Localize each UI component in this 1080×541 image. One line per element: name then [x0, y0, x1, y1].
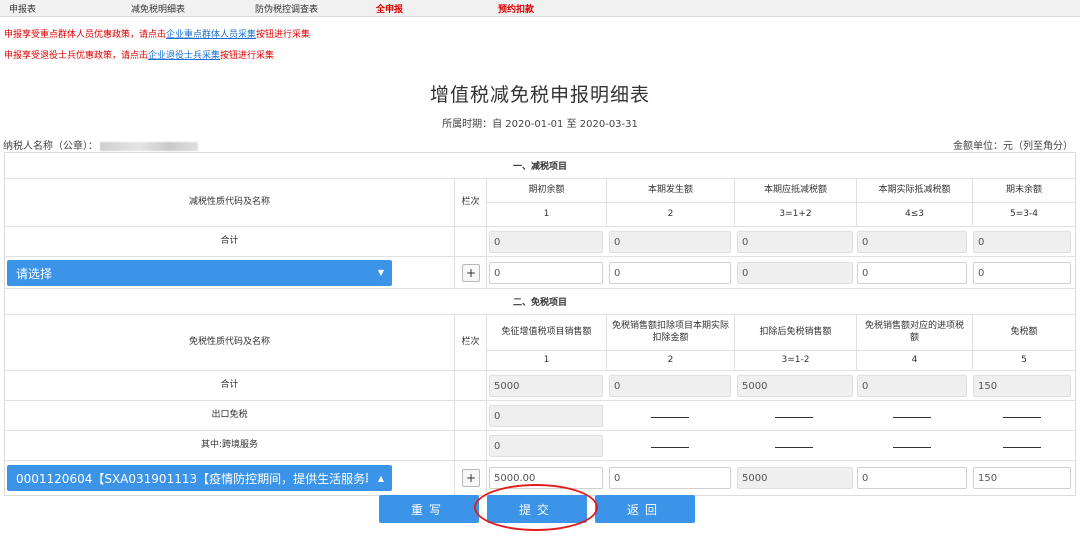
dash-placeholder [651, 417, 689, 418]
tab-scheduled-deduction[interactable]: 预约扣款 [498, 2, 534, 15]
reduction-section-title: 一、减税项目 [5, 153, 1075, 179]
dash-placeholder [893, 417, 931, 418]
veterans-collect-link[interactable]: 企业退役士兵采集 [148, 51, 220, 61]
exemption-net-sales-input: 5000 [737, 467, 853, 489]
notice-text: 申报享受退役士兵优惠政策，请点击 [4, 51, 149, 61]
exemption-col-labels: 免征增值税项目销售额 免税销售额扣除项目本期实际扣除金额 扣除后免税销售额 免税… [487, 315, 1075, 351]
notice-text: 按钮进行采集 [220, 51, 275, 61]
taxpayer-label: 纳税人名称（公章）： [3, 141, 98, 152]
reduction-total-current: 0 [609, 231, 731, 253]
col-number: 4 [857, 351, 973, 370]
chevron-up-icon: ▲ [377, 474, 384, 483]
tab-full-declaration[interactable]: 全申报 [376, 2, 403, 15]
reduction-deductible-input: 0 [737, 262, 853, 284]
reduction-current-input[interactable]: 0 [609, 262, 731, 284]
reduction-type-select[interactable]: 请选择 ▼ [7, 260, 392, 286]
exemption-name-header: 免税性质代码及名称 [5, 315, 455, 370]
col-label: 免税销售额扣除项目本期实际扣除金额 [607, 315, 735, 350]
notice-text: 按钮进行采集 [256, 30, 311, 40]
col-label: 期末余额 [1005, 184, 1042, 195]
col-label: 免税额 [1010, 326, 1038, 337]
tab-anti-counterfeit-survey[interactable]: 防伪税控调查表 [255, 2, 318, 15]
amount-unit: 金额单位：元（列至角分） [953, 141, 1073, 152]
highlight-circle [474, 484, 598, 531]
reduction-col-numbers: 1 2 3=1+2 4≤3 5=3-4 [487, 203, 1075, 227]
reduction-total-deductible: 0 [737, 231, 853, 253]
exemption-col-numbers: 1 2 3=1-2 4 5 [487, 351, 1075, 371]
col-number: 2 [607, 351, 735, 370]
exemption-total-deduction: 0 [609, 375, 731, 397]
col-label: 免征增值税项目销售额 [487, 315, 607, 350]
reset-button[interactable]: 重写 [379, 495, 479, 523]
col-number: 3=1-2 [735, 351, 857, 370]
col-number: 1 [487, 203, 607, 226]
exemption-total-exempt-amount: 150 [973, 375, 1071, 397]
index-cell [455, 371, 487, 400]
col-number: 5 [1021, 354, 1027, 365]
select-value: 0001120604【SXA031901113【疫情防控期间，提供生活服务取得 [16, 471, 368, 486]
index-cell [455, 401, 487, 430]
tax-period: 所属时期：自 2020-01-01 至 2020-03-31 [442, 119, 638, 130]
export-exemption-label: 出口免税 [5, 401, 455, 430]
notice-veterans: 申报享受退役士兵优惠政策，请点击企业退役士兵采集按钮进行采集 [4, 48, 274, 61]
exemption-type-select[interactable]: 0001120604【SXA031901113【疫情防控期间，提供生活服务取得 … [7, 465, 392, 491]
notice-text: 申报享受重点群体人员优惠政策，请点击 [4, 30, 167, 40]
exemption-input-tax-input[interactable]: 0 [857, 467, 967, 489]
index-cell [455, 227, 487, 256]
tab-declaration-form[interactable]: 申报表 [9, 2, 36, 15]
dash-placeholder [1003, 417, 1041, 418]
redacted-taxpayer-name [100, 141, 198, 151]
col-label: 免税销售额对应的进项税额 [857, 315, 973, 350]
col-number: 2 [607, 203, 735, 226]
notice-key-groups: 申报享受重点群体人员优惠政策，请点击企业重点群体人员采集按钮进行采集 [4, 27, 310, 40]
key-groups-collect-link[interactable]: 企业重点群体人员采集 [166, 30, 256, 40]
reduction-col-labels: 期初余额 本期发生额 本期应抵减税额 本期实际抵减税额 期末余额 [487, 179, 1075, 203]
exemption-section-title: 二、免税项目 [5, 289, 1075, 315]
total-label: 合计 [5, 371, 455, 400]
col-number: 3=1+2 [735, 203, 857, 226]
column-index-header: 栏次 [455, 179, 487, 226]
col-label: 扣除后免税销售额 [735, 315, 857, 350]
total-label: 合计 [5, 227, 455, 256]
exemption-amount-input[interactable]: 150 [973, 467, 1071, 489]
top-nav: 申报表 减免税明细表 防伪税控调查表 全申报 预约扣款 [0, 0, 1080, 17]
add-row-icon[interactable]: + [462, 469, 480, 487]
chevron-down-icon: ▼ [377, 268, 384, 277]
col-number: 5=3-4 [1010, 208, 1038, 219]
crossborder-label: 其中:跨境服务 [5, 431, 455, 460]
col-label: 本期应抵减税额 [735, 179, 857, 202]
crossborder-sales: 0 [489, 435, 603, 457]
reduction-actual-input[interactable]: 0 [857, 262, 967, 284]
select-value: 请选择 [16, 266, 53, 281]
reduction-total-actual: 0 [857, 231, 967, 253]
dash-placeholder [1003, 447, 1041, 448]
reduction-opening-input[interactable]: 0 [489, 262, 603, 284]
dash-placeholder [775, 417, 813, 418]
taxpayer-name: 纳税人名称（公章）： [3, 137, 198, 152]
tab-reduction-detail[interactable]: 减免税明细表 [131, 2, 185, 15]
column-index-header: 栏次 [455, 315, 487, 370]
dash-placeholder [651, 447, 689, 448]
export-exemption-sales: 0 [489, 405, 603, 427]
declaration-table: 一、减税项目 减税性质代码及名称 栏次 期初余额 本期发生额 本期应抵减税额 本… [4, 152, 1076, 496]
exemption-total-input-tax: 0 [857, 375, 967, 397]
col-label: 本期实际抵减税额 [857, 179, 973, 202]
col-label: 期初余额 [487, 179, 607, 202]
exemption-total-sales: 5000 [489, 375, 603, 397]
col-number: 4≤3 [857, 203, 973, 226]
reduction-closing-input[interactable]: 0 [973, 262, 1071, 284]
reduction-name-header: 减税性质代码及名称 [5, 179, 455, 226]
reduction-total-closing: 0 [973, 231, 1071, 253]
index-cell [455, 431, 487, 460]
dash-placeholder [893, 447, 931, 448]
exemption-deduction-input[interactable]: 0 [609, 467, 731, 489]
exemption-total-net-sales: 5000 [737, 375, 853, 397]
page-title: 增值税减免税申报明细表 [429, 84, 650, 106]
dash-placeholder [775, 447, 813, 448]
col-number: 1 [487, 351, 607, 370]
add-row-icon[interactable]: + [462, 264, 480, 282]
back-button[interactable]: 返回 [595, 495, 695, 523]
reduction-total-opening: 0 [489, 231, 603, 253]
col-label: 本期发生额 [607, 179, 735, 202]
